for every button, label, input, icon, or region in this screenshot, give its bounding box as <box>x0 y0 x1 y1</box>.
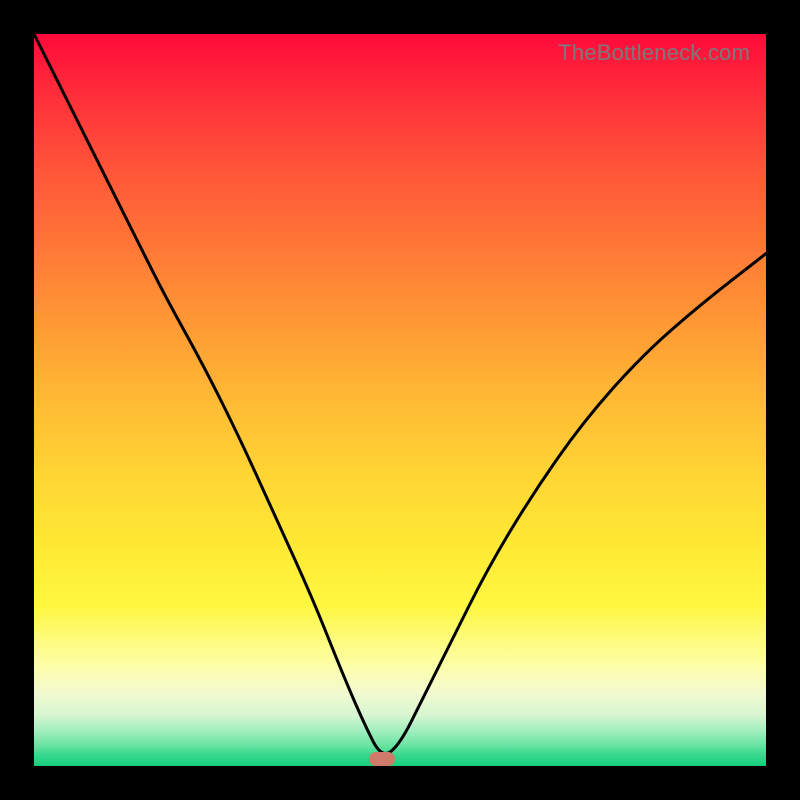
optimal-point-marker <box>369 752 395 766</box>
chart-frame: TheBottleneck.com <box>0 0 800 800</box>
curve-path <box>34 34 766 753</box>
bottleneck-curve <box>34 34 766 766</box>
plot-area: TheBottleneck.com <box>34 34 766 766</box>
